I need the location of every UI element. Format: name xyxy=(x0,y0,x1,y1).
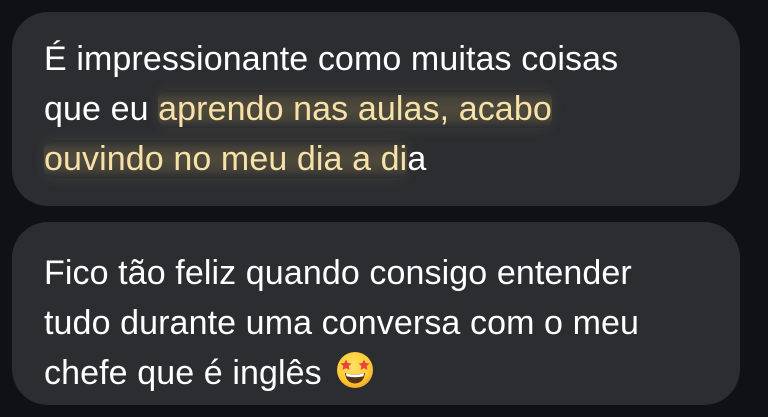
message-2-line-2: tudo durante uma conversa com o meu xyxy=(44,304,640,342)
text-highlight-1: aprendo nas aulas, acabo xyxy=(158,90,552,128)
message-1-line-1: É impressionante como muitas coisas xyxy=(44,40,619,78)
message-1-line-3-text: a xyxy=(407,140,427,178)
message-bubble-1[interactable]: É impressionante como muitas coisas que … xyxy=(12,12,740,206)
message-2-line-3: chefe que é inglês xyxy=(44,348,710,398)
message-1-line-3: ouvindo no meu dia a dia xyxy=(44,134,710,184)
message-2-line-3-text: chefe que é inglês xyxy=(44,354,322,392)
text-highlight-2: ouvindo no meu dia a di xyxy=(44,140,408,178)
message-1-line-2-text: que eu xyxy=(44,90,159,128)
star-struck-emoji-icon xyxy=(335,350,375,390)
message-2-line-1: Fico tão feliz quando consigo entender xyxy=(44,254,632,292)
message-1-line-2: que eu aprendo nas aulas, acabo xyxy=(44,84,710,134)
message-bubble-2[interactable]: Fico tão feliz quando consigo entender t… xyxy=(12,222,740,405)
